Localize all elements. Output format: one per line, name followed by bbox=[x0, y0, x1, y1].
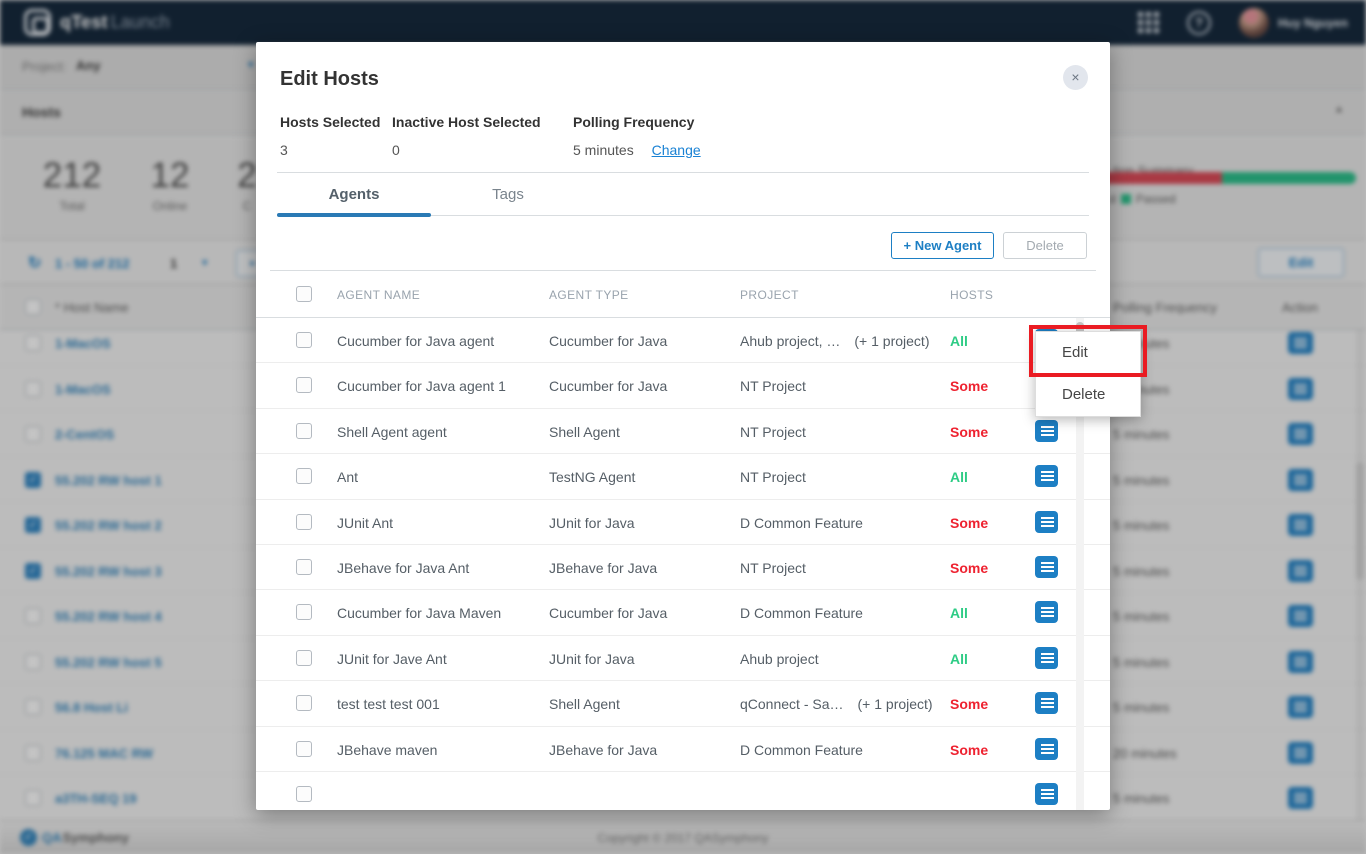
agent-type-cell: Shell Agent bbox=[549, 696, 620, 712]
agent-project-cell: NT Project bbox=[740, 378, 820, 394]
agent-row-checkbox[interactable] bbox=[296, 468, 312, 484]
agent-project-cell: NT Project bbox=[740, 560, 820, 576]
agent-row-checkbox[interactable] bbox=[296, 423, 312, 439]
agent-type-cell: Cucumber for Java bbox=[549, 378, 667, 394]
agent-name-cell: Cucumber for Java agent 1 bbox=[337, 378, 506, 394]
agent-name-cell: Cucumber for Java agent bbox=[337, 333, 494, 349]
agent-name-header: AGENT NAME bbox=[337, 288, 420, 302]
agent-hosts-status: Some bbox=[950, 696, 988, 712]
agent-table-row-partial bbox=[256, 772, 1110, 810]
agent-type-cell: JBehave for Java bbox=[549, 560, 657, 576]
row-menu-button[interactable] bbox=[1035, 420, 1058, 442]
agent-row-checkbox[interactable] bbox=[296, 786, 312, 802]
hosts-selected-info: Hosts Selected 3 bbox=[280, 114, 380, 158]
agent-name-cell: Shell Agent agent bbox=[337, 424, 447, 440]
agent-project-cell: Ahub project, …(+ 1 project) bbox=[740, 333, 929, 349]
tab-agents[interactable]: Agents bbox=[277, 173, 431, 216]
project-extra-count: (+ 1 project) bbox=[858, 696, 933, 712]
polling-frequency-value: 5 minutes bbox=[573, 142, 634, 158]
agent-name-cell: JUnit for Jave Ant bbox=[337, 651, 447, 667]
row-menu-button[interactable] bbox=[1035, 465, 1058, 487]
active-tab-underline bbox=[277, 213, 431, 217]
agent-table-row: JBehave for Java Ant JBehave for Java NT… bbox=[256, 545, 1110, 590]
agent-hosts-status: Some bbox=[950, 515, 988, 531]
agent-type-cell: JUnit for Java bbox=[549, 515, 635, 531]
agent-name-cell: test test test 001 bbox=[337, 696, 440, 712]
agent-row-checkbox[interactable] bbox=[296, 377, 312, 393]
agents-table-header: AGENT NAME AGENT TYPE PROJECT HOSTS bbox=[256, 271, 1110, 318]
agent-row-checkbox[interactable] bbox=[296, 695, 312, 711]
new-agent-button[interactable]: + New Agent bbox=[891, 232, 994, 259]
agent-row-checkbox[interactable] bbox=[296, 332, 312, 348]
row-menu-button[interactable] bbox=[1035, 783, 1058, 805]
change-polling-link[interactable]: Change bbox=[652, 142, 701, 158]
agents-table-body: Cucumber for Java agent Cucumber for Jav… bbox=[256, 318, 1110, 810]
agent-name-cell: JBehave maven bbox=[337, 742, 437, 758]
row-menu-button[interactable] bbox=[1035, 738, 1058, 760]
agent-project-cell: Ahub project bbox=[740, 651, 833, 667]
agent-table-row: Shell Agent agent Shell Agent NT Project… bbox=[256, 409, 1110, 454]
agent-type-cell: JUnit for Java bbox=[549, 651, 635, 667]
row-context-menu: Edit Delete bbox=[1035, 331, 1141, 417]
agent-project-cell: D Common Feature bbox=[740, 742, 877, 758]
modal-title: Edit Hosts bbox=[280, 68, 379, 91]
agent-row-checkbox[interactable] bbox=[296, 514, 312, 530]
inactive-host-info: Inactive Host Selected 0 bbox=[392, 114, 541, 158]
agent-hosts-status: Some bbox=[950, 424, 988, 440]
agent-hosts-status: All bbox=[950, 651, 968, 667]
agent-name-cell: JBehave for Java Ant bbox=[337, 560, 469, 576]
tab-tags[interactable]: Tags bbox=[431, 173, 585, 216]
select-all-agents-checkbox[interactable] bbox=[296, 286, 312, 302]
row-menu-button[interactable] bbox=[1035, 692, 1058, 714]
agent-type-cell: Cucumber for Java bbox=[549, 333, 667, 349]
close-icon[interactable]: × bbox=[1063, 65, 1088, 90]
agent-type-cell: Shell Agent bbox=[549, 424, 620, 440]
polling-frequency-info: Polling Frequency 5 minutes Change bbox=[573, 114, 701, 158]
row-menu-button[interactable] bbox=[1035, 511, 1058, 533]
agent-type-cell: Cucumber for Java bbox=[549, 605, 667, 621]
agent-table-row: Cucumber for Java agent Cucumber for Jav… bbox=[256, 318, 1110, 363]
agent-table-row: test test test 001 Shell Agent qConnect … bbox=[256, 681, 1110, 726]
agent-project-cell: NT Project bbox=[740, 424, 820, 440]
agent-hosts-status: All bbox=[950, 605, 968, 621]
row-menu-button[interactable] bbox=[1035, 647, 1058, 669]
hosts-header: HOSTS bbox=[950, 288, 993, 302]
agent-row-checkbox[interactable] bbox=[296, 604, 312, 620]
agent-name-cell: Cucumber for Java Maven bbox=[337, 605, 501, 621]
agent-row-checkbox[interactable] bbox=[296, 741, 312, 757]
modal-tabs: Agents Tags bbox=[277, 173, 1089, 216]
agent-type-header: AGENT TYPE bbox=[549, 288, 629, 302]
agent-table-row: JUnit Ant JUnit for Java D Common Featur… bbox=[256, 500, 1110, 545]
project-header: PROJECT bbox=[740, 288, 799, 302]
delete-agents-button[interactable]: Delete bbox=[1003, 232, 1087, 259]
agent-table-row: JBehave maven JBehave for Java D Common … bbox=[256, 727, 1110, 772]
agent-hosts-status: All bbox=[950, 469, 968, 485]
project-extra-count: (+ 1 project) bbox=[854, 333, 929, 349]
agent-row-checkbox[interactable] bbox=[296, 650, 312, 666]
agent-project-cell: qConnect - Sa…(+ 1 project) bbox=[740, 696, 933, 712]
agent-table-row: Ant TestNG Agent NT Project All bbox=[256, 454, 1110, 499]
agent-type-cell: JBehave for Java bbox=[549, 742, 657, 758]
agent-hosts-status: All bbox=[950, 333, 968, 349]
agent-table-row: JUnit for Jave Ant JUnit for Java Ahub p… bbox=[256, 636, 1110, 681]
agent-type-cell: TestNG Agent bbox=[549, 469, 635, 485]
agent-project-cell: D Common Feature bbox=[740, 515, 877, 531]
agent-table-row: Cucumber for Java agent 1 Cucumber for J… bbox=[256, 363, 1110, 408]
row-menu-button[interactable] bbox=[1035, 601, 1058, 623]
edit-hosts-modal: Edit Hosts × Hosts Selected 3 Inactive H… bbox=[256, 42, 1110, 810]
agent-hosts-status: Some bbox=[950, 378, 988, 394]
agent-row-checkbox[interactable] bbox=[296, 559, 312, 575]
agent-table-row: Cucumber for Java Maven Cucumber for Jav… bbox=[256, 590, 1110, 635]
agent-name-cell: JUnit Ant bbox=[337, 515, 393, 531]
agent-project-cell: D Common Feature bbox=[740, 605, 877, 621]
row-menu-button[interactable] bbox=[1035, 556, 1058, 578]
agent-hosts-status: Some bbox=[950, 560, 988, 576]
agent-hosts-status: Some bbox=[950, 742, 988, 758]
agent-name-cell: Ant bbox=[337, 469, 358, 485]
context-menu-edit[interactable]: Edit bbox=[1036, 332, 1140, 374]
agent-project-cell: NT Project bbox=[740, 469, 820, 485]
context-menu-delete[interactable]: Delete bbox=[1036, 374, 1140, 416]
